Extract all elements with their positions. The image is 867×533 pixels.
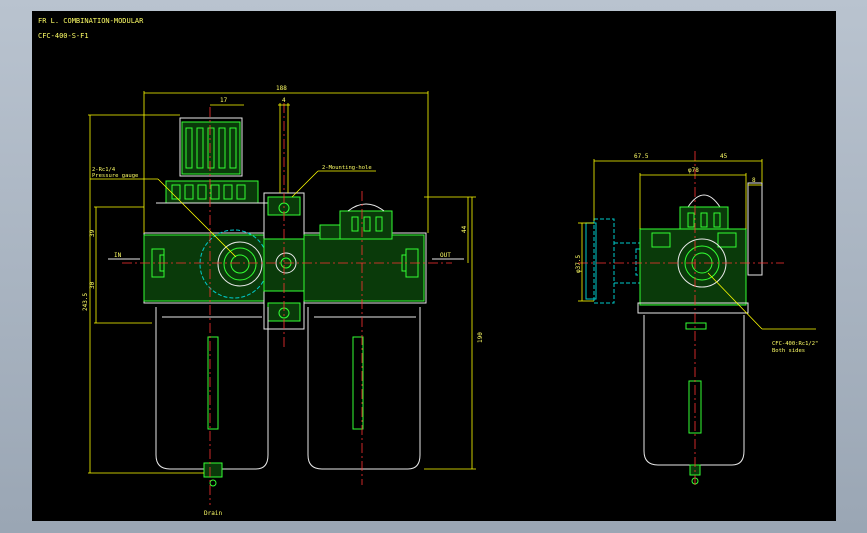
lubricator-bowl	[307, 307, 421, 470]
dim-right-44: 44	[461, 225, 468, 233]
side-dim-left: 67.5	[634, 153, 649, 160]
lubricator-body	[303, 203, 427, 304]
label-drain: Drain	[204, 510, 222, 517]
side-label-port-note: Both sides	[772, 348, 805, 354]
filter-regulator-body	[143, 229, 269, 304]
dim-top-4: 4	[282, 97, 286, 104]
side-dim-dia: φ78	[688, 167, 699, 174]
side-pressure-gauge	[585, 218, 649, 304]
front-view: 188 17 4 39 30 243.5 44 190 2-Rc1/4 Pres…	[82, 85, 484, 517]
label-mounting-hole: 2-Mounting-hole	[322, 165, 372, 171]
model-number: CFC-400-S-F1	[38, 32, 89, 40]
side-bowl	[643, 315, 745, 485]
dim-left-39: 39	[89, 229, 96, 237]
cad-drawing: FR L. COMBINATION-MODULAR CFC-400-S-F1 1…	[38, 17, 818, 517]
side-bracket	[747, 182, 763, 276]
side-label-port: CFC-400:Rc1/2"	[772, 341, 818, 347]
dim-left-30: 30	[89, 281, 96, 289]
regulator-bonnet	[156, 180, 268, 204]
side-dim-right: 45	[720, 153, 728, 160]
filter-bowl	[155, 307, 269, 487]
dim-overall-width: 188	[276, 85, 287, 92]
label-out: OUT	[440, 252, 451, 259]
dim-right-190: 190	[477, 332, 484, 343]
dim-height: 243.5	[82, 293, 89, 311]
side-knob	[679, 194, 729, 234]
label-pressure-gauge: Pressure gauge	[92, 173, 138, 179]
dim-top-17: 17	[220, 97, 228, 104]
side-view: 67.5 45 φ78 8 φ37.5 CFC-400:Rc1/2" Both …	[575, 151, 818, 487]
drawing-title: FR L. COMBINATION-MODULAR	[38, 17, 144, 25]
label-in: IN	[114, 252, 122, 259]
side-dim-gauge-dia: φ37.5	[575, 255, 582, 273]
cad-viewport[interactable]: FR L. COMBINATION-MODULAR CFC-400-S-F1 1…	[32, 11, 836, 521]
side-dim-8: 8	[752, 177, 756, 184]
regulator-knob	[179, 117, 243, 177]
side-body	[637, 228, 749, 314]
